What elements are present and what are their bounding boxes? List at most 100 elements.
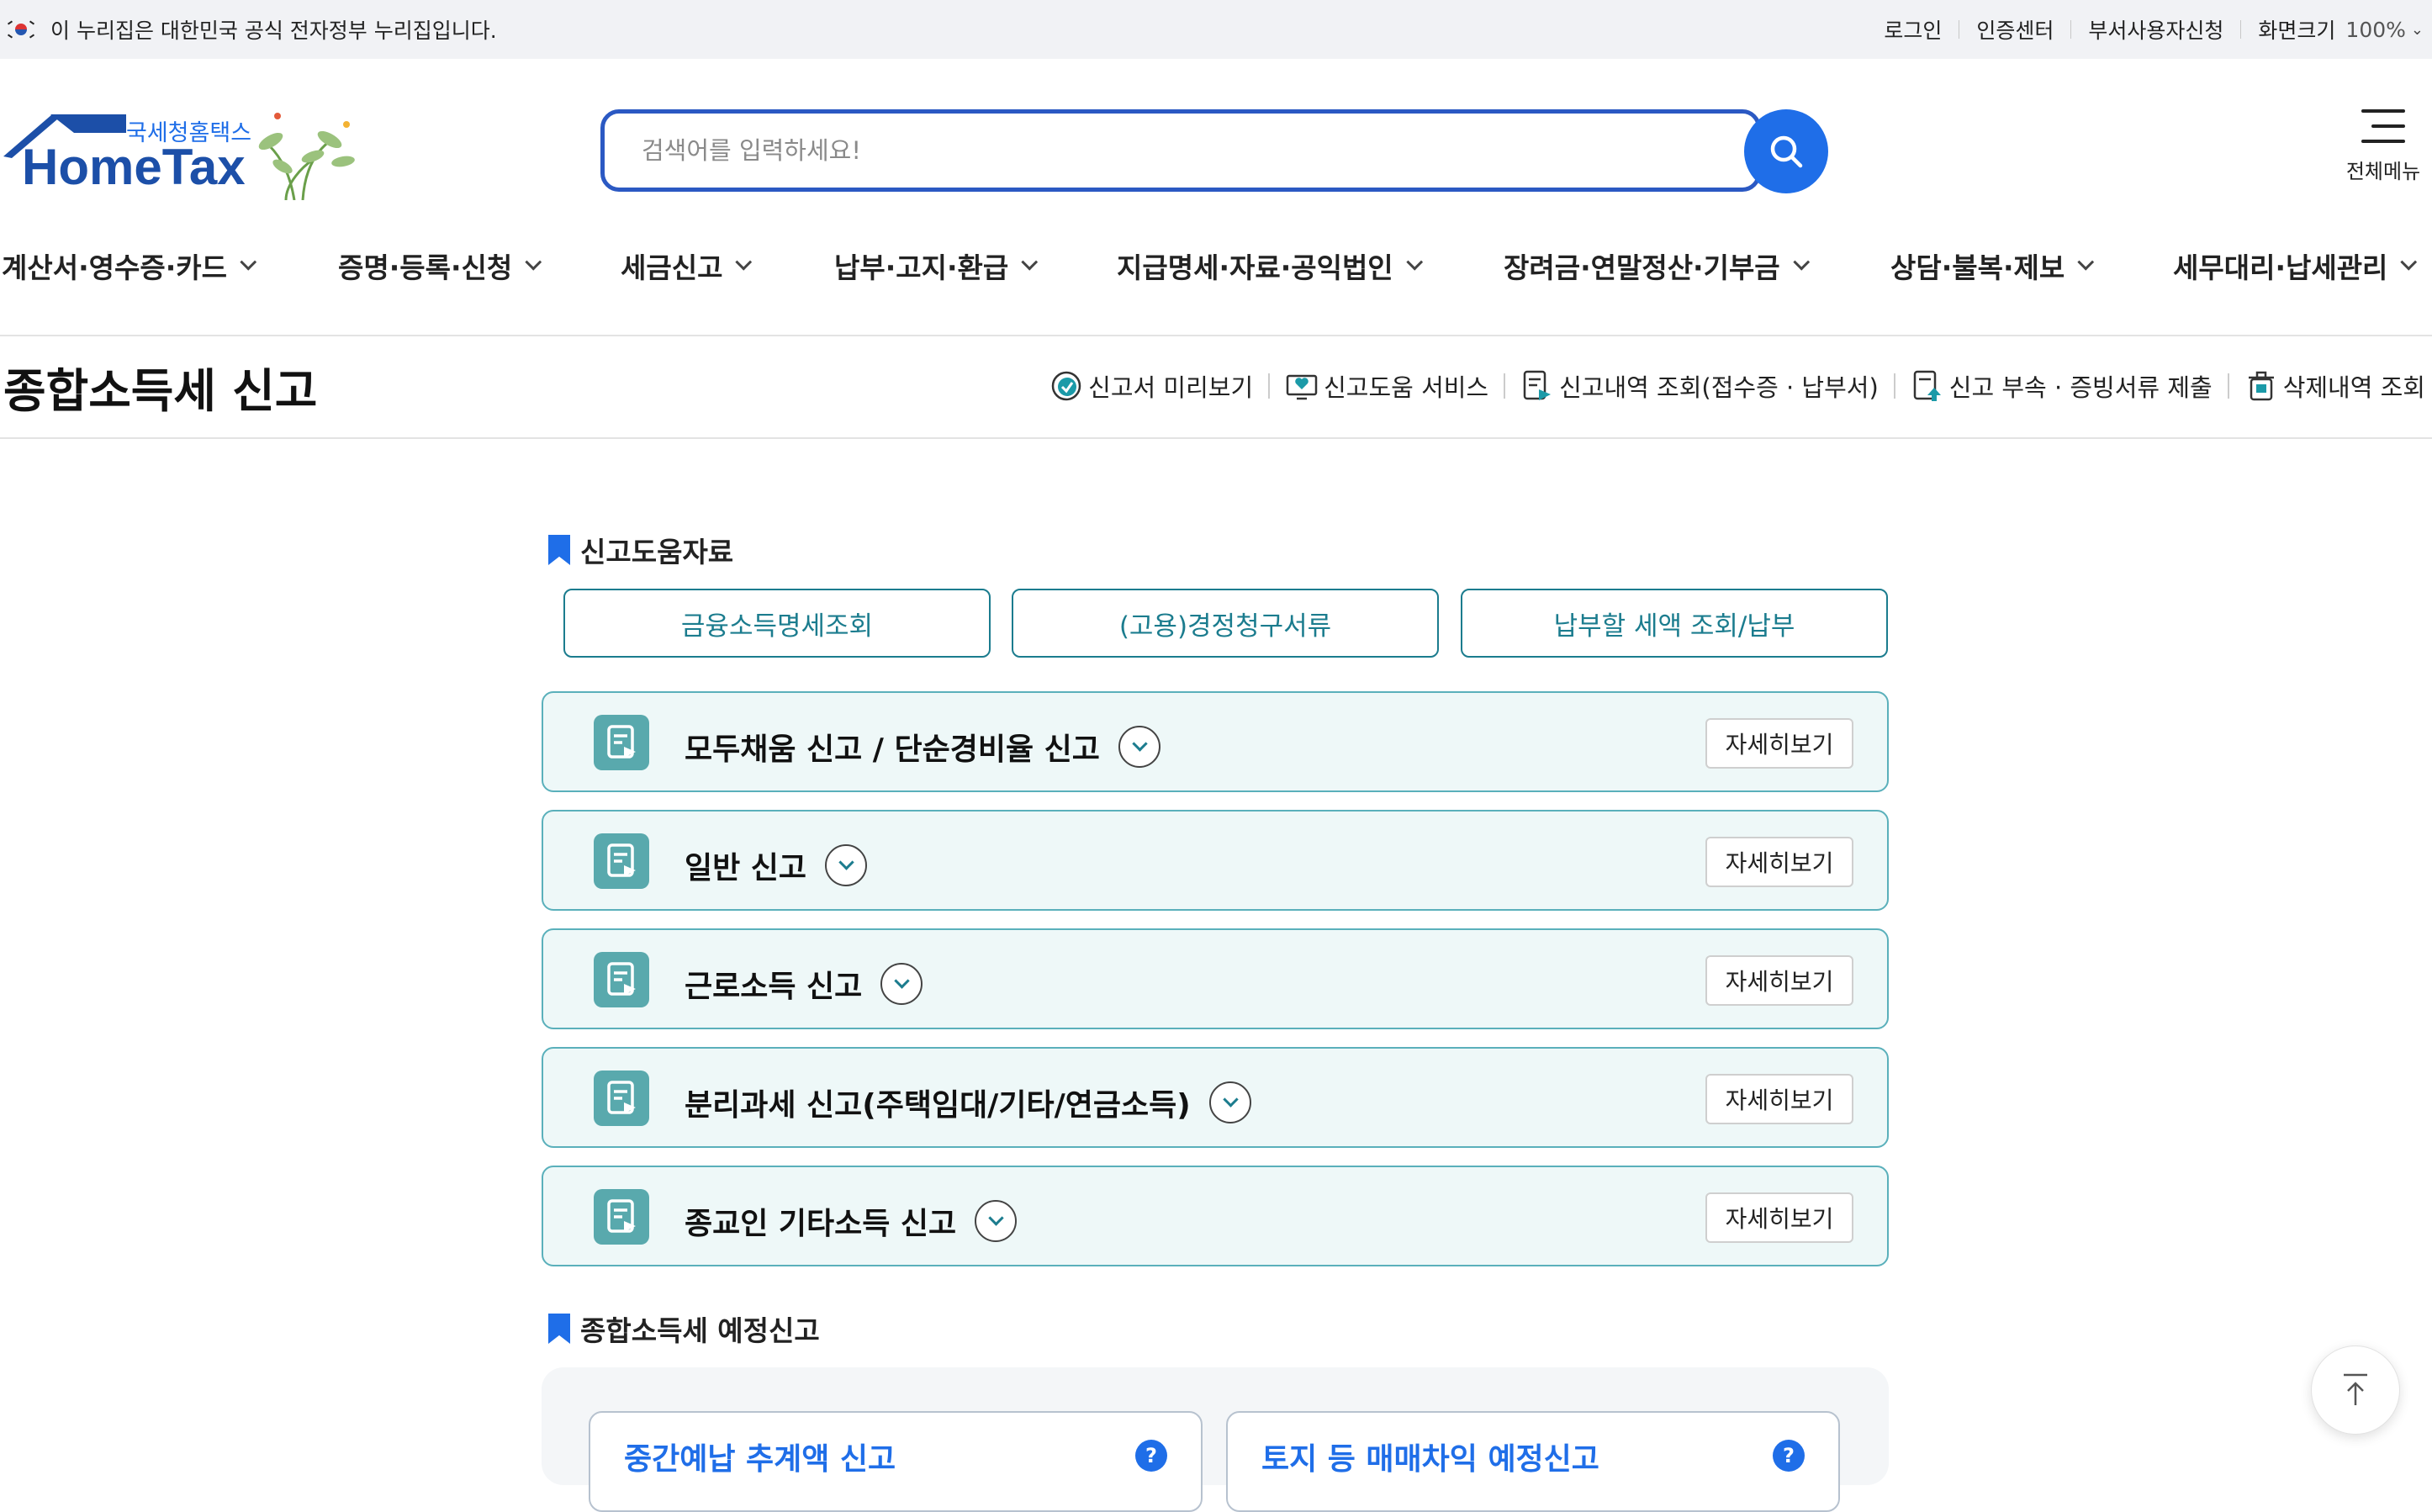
divider bbox=[1268, 373, 1271, 399]
chevron-down-icon: ⌄ bbox=[2410, 20, 2424, 39]
nav-item-certificate[interactable]: 증명·등록·신청 bbox=[338, 246, 542, 286]
quick-history[interactable]: 신고내역 조회(접수증 · 납부서) bbox=[1520, 368, 1879, 404]
document-icon bbox=[594, 715, 649, 770]
divider bbox=[2070, 20, 2072, 39]
chevron-down-icon bbox=[2400, 253, 2418, 271]
quick-deleted[interactable]: 삭제내역 조회 bbox=[2244, 368, 2425, 404]
gov-notice-bar: 이 누리집은 대한민국 공식 전자정부 누리집입니다. 로그인 인증센터 부서사… bbox=[0, 0, 2432, 59]
chevron-down-icon[interactable] bbox=[880, 963, 923, 1005]
panel-title: 근로소득 신고 bbox=[685, 970, 863, 1004]
login-link[interactable]: 로그인 bbox=[1884, 14, 1942, 45]
chevron-down-icon[interactable] bbox=[825, 844, 868, 886]
detail-button[interactable]: 자세히보기 bbox=[1705, 837, 1853, 887]
detail-button[interactable]: 자세히보기 bbox=[1705, 1192, 1853, 1243]
hamburger-icon bbox=[2361, 109, 2405, 143]
all-menu-label: 전체메뉴 bbox=[2345, 160, 2421, 183]
main-nav: 계산서·영수증·카드 증명·등록·신청 세금신고 납부·고지·환급 지급명세·자… bbox=[0, 246, 2432, 286]
estimate-card-land[interactable]: 토지 등 매매차익 예정신고 ? bbox=[1226, 1411, 1840, 1512]
nav-item-label: 증명·등록·신청 bbox=[338, 251, 513, 284]
estimate-section-title: 종합소득세 예정신고 bbox=[580, 1314, 820, 1347]
quick-history-label: 신고내역 조회(접수증 · 납부서) bbox=[1559, 373, 1879, 402]
panel-title: 일반 신고 bbox=[685, 851, 807, 886]
document-icon bbox=[594, 833, 649, 889]
help-icon[interactable]: ? bbox=[1773, 1440, 1805, 1472]
dept-user-link[interactable]: 부서사용자신청 bbox=[2088, 14, 2223, 45]
help-section-header: 신고도움자료 bbox=[548, 530, 733, 570]
financial-income-button[interactable]: 금융소득명세조회 bbox=[563, 589, 991, 658]
divider bbox=[0, 335, 2432, 336]
tax-payment-button[interactable]: 납부할 세액 조회/납부 bbox=[1461, 589, 1888, 658]
document-search-icon bbox=[1523, 370, 1552, 400]
panel-title: 분리과세 신고(주택임대/기타/연금소득) bbox=[685, 1088, 1191, 1123]
filing-panel[interactable]: 근로소득 신고 자세히보기 bbox=[542, 928, 1889, 1029]
nav-item-label: 세금신고 bbox=[621, 251, 723, 284]
estimate-section-header: 종합소득세 예정신고 bbox=[548, 1308, 820, 1349]
quick-help-service[interactable]: 신고도움 서비스 bbox=[1285, 368, 1488, 404]
hometax-logo[interactable]: 국세청홈택스 HomeTax bbox=[0, 108, 370, 201]
quick-attachments-label: 신고 부속 · 증빙서류 제출 bbox=[1948, 373, 2213, 402]
search-input[interactable] bbox=[640, 135, 1649, 166]
divider bbox=[2227, 373, 2229, 399]
nav-item-payment[interactable]: 납부·고지·환급 bbox=[834, 246, 1039, 286]
panel-title: 모두채움 신고 / 단순경비율 신고 bbox=[685, 732, 1100, 767]
bookmark-icon bbox=[548, 535, 570, 565]
gov-notice: 이 누리집은 대한민국 공식 전자정부 누리집입니다. bbox=[7, 14, 497, 45]
estimate-card-interim[interactable]: 중간예납 추계액 신고 ? bbox=[589, 1411, 1203, 1512]
bookmark-icon bbox=[548, 1314, 570, 1344]
nav-item-tax-agent[interactable]: 세무대리·납세관리 bbox=[2173, 246, 2418, 286]
document-upload-icon bbox=[1913, 370, 1941, 401]
document-icon bbox=[594, 1071, 649, 1126]
divider bbox=[0, 437, 2432, 439]
quick-deleted-label: 삭제내역 조회 bbox=[2282, 373, 2425, 402]
chevron-down-icon bbox=[735, 253, 753, 271]
gov-notice-text: 이 누리집은 대한민국 공식 전자정부 누리집입니다. bbox=[50, 19, 497, 43]
quick-attachments[interactable]: 신고 부속 · 증빙서류 제출 bbox=[1911, 368, 2213, 404]
quick-preview[interactable]: 신고서 미리보기 bbox=[1049, 368, 1253, 404]
nav-item-invoice[interactable]: 계산서·영수증·카드 bbox=[2, 246, 257, 286]
divider bbox=[2240, 20, 2242, 39]
chevron-down-icon bbox=[1793, 253, 1810, 271]
search-box bbox=[600, 109, 1761, 192]
filing-panel[interactable]: 종교인 기타소득 신고 자세히보기 bbox=[542, 1166, 1889, 1266]
trash-icon bbox=[2248, 371, 2274, 401]
monitor-heart-icon bbox=[1286, 374, 1318, 400]
filing-panel[interactable]: 일반 신고 자세히보기 bbox=[542, 810, 1889, 911]
detail-button[interactable]: 자세히보기 bbox=[1705, 718, 1853, 769]
chevron-down-icon[interactable] bbox=[1208, 1081, 1251, 1123]
correction-documents-button[interactable]: (고용)경정청구서류 bbox=[1012, 589, 1439, 658]
nav-item-payment-statement[interactable]: 지급명세·자료·공익법인 bbox=[1117, 246, 1423, 286]
nav-item-tax-return[interactable]: 세금신고 bbox=[621, 246, 753, 286]
nav-item-label: 납부·고지·환급 bbox=[834, 251, 1009, 284]
scroll-top-button[interactable] bbox=[2311, 1345, 2400, 1435]
search-icon bbox=[1770, 135, 1803, 168]
cert-center-link[interactable]: 인증센터 bbox=[1976, 14, 2054, 45]
detail-button[interactable]: 자세히보기 bbox=[1705, 1074, 1853, 1124]
chevron-down-icon bbox=[1021, 253, 1039, 271]
page-title: 종합소득세 신고 bbox=[3, 364, 318, 418]
nav-item-label: 상담·불복·제보 bbox=[1890, 251, 2065, 284]
all-menu-button[interactable]: 전체메뉴 bbox=[2334, 109, 2432, 193]
chevron-down-icon bbox=[1406, 253, 1423, 271]
search-button[interactable] bbox=[1744, 109, 1828, 193]
chevron-down-icon bbox=[240, 253, 257, 271]
zoom-control[interactable]: 화면크기 100% ⌄ bbox=[2258, 14, 2424, 45]
divider bbox=[1893, 373, 1895, 399]
logo-title: HomeTax bbox=[22, 139, 246, 195]
nav-item-consult[interactable]: 상담·불복·제보 bbox=[1890, 246, 2095, 286]
divider bbox=[1504, 373, 1506, 399]
estimate-card-title: 중간예납 추계액 신고 bbox=[624, 1442, 896, 1477]
help-section-title: 신고도움자료 bbox=[580, 536, 734, 568]
detail-button[interactable]: 자세히보기 bbox=[1705, 955, 1853, 1006]
quick-preview-label: 신고서 미리보기 bbox=[1088, 373, 1254, 402]
nav-item-incentive[interactable]: 장려금·연말정산·기부금 bbox=[1504, 246, 1810, 286]
filing-panel[interactable]: 분리과세 신고(주택임대/기타/연금소득) 자세히보기 bbox=[542, 1047, 1889, 1148]
arrow-up-icon bbox=[2344, 1373, 2367, 1405]
nav-item-label: 지급명세·자료·공익법인 bbox=[1117, 251, 1393, 284]
nav-item-label: 장려금·연말정산·기부금 bbox=[1504, 251, 1780, 284]
chevron-down-icon[interactable] bbox=[1118, 726, 1160, 768]
chevron-down-icon[interactable] bbox=[975, 1200, 1018, 1242]
estimate-card-title: 토지 등 매매차익 예정신고 bbox=[1261, 1442, 1599, 1477]
filing-panel[interactable]: 모두채움 신고 / 단순경비율 신고 자세히보기 bbox=[542, 691, 1889, 792]
help-icon[interactable]: ? bbox=[1135, 1440, 1167, 1472]
korea-flag-icon bbox=[7, 19, 35, 40]
